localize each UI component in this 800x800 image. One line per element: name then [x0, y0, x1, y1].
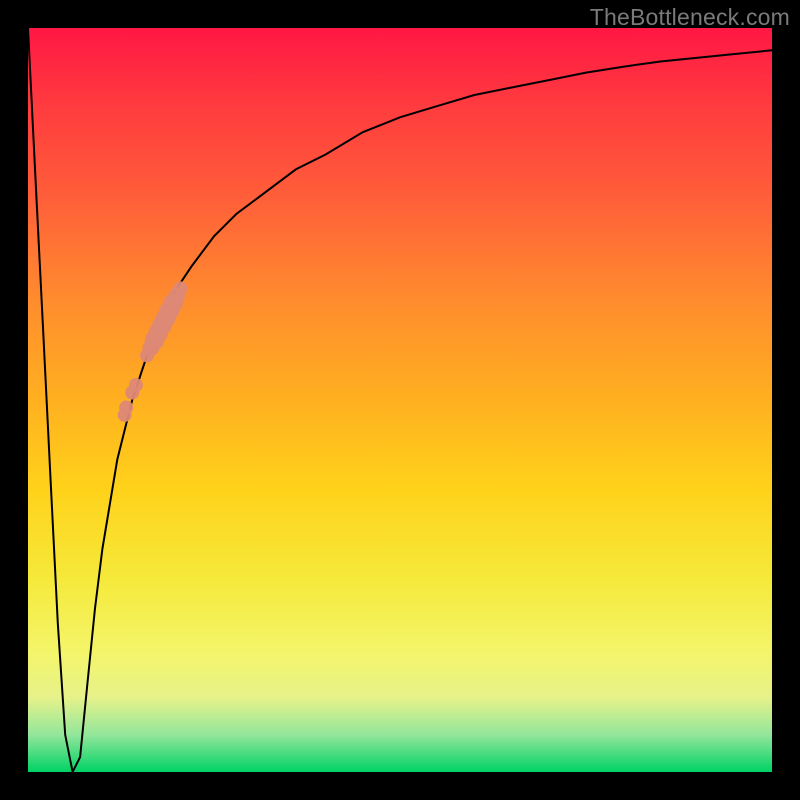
marker-group — [118, 281, 188, 422]
bottleneck-curve — [28, 28, 772, 772]
curve-svg — [28, 28, 772, 772]
curve-marker — [174, 281, 188, 295]
plot-area — [28, 28, 772, 772]
curve-marker — [119, 400, 133, 414]
watermark-text: TheBottleneck.com — [590, 4, 790, 31]
chart-stage: TheBottleneck.com — [0, 0, 800, 800]
curve-marker — [129, 378, 143, 392]
